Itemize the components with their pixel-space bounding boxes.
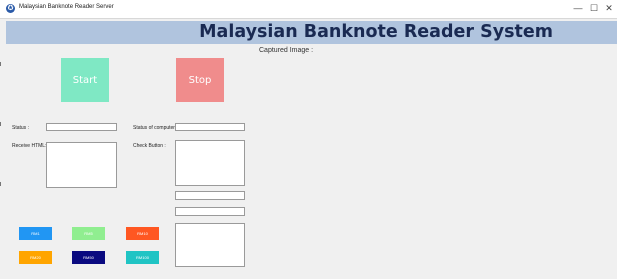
maximize-button[interactable]: ☐ — [586, 2, 602, 15]
rm10-button[interactable]: RM10 — [126, 227, 159, 240]
extra-field-2[interactable] — [175, 207, 245, 216]
status-of-computer-field[interactable] — [175, 123, 245, 131]
status-label: Status : — [12, 125, 29, 131]
minimize-button[interactable]: — — [570, 2, 586, 15]
rm20-button[interactable]: RM20 — [19, 251, 52, 264]
close-button[interactable]: ✕ — [601, 2, 617, 15]
rm1-button[interactable]: RM1 — [19, 227, 52, 240]
header-band: Malaysian Banknote Reader System — [6, 21, 617, 44]
rm100-button[interactable]: RM100 — [126, 251, 159, 264]
check-button-textarea[interactable] — [175, 140, 245, 186]
rm50-button[interactable]: RM50 — [72, 251, 105, 264]
start-button[interactable]: Start — [61, 58, 109, 102]
check-button-label: Check Button : — [133, 143, 166, 149]
window-title: Malaysian Banknote Reader Server — [19, 4, 114, 10]
window-edge-mark — [0, 182, 1, 186]
window-edge-mark — [0, 122, 1, 126]
status-field[interactable] — [46, 123, 117, 131]
receive-html-label: Receive HTML: — [12, 143, 47, 149]
title-bar: ✪ Malaysian Banknote Reader Server — ☐ ✕ — [0, 0, 617, 19]
rm5-button[interactable]: RM5 — [72, 227, 105, 240]
receive-html-textarea[interactable] — [46, 142, 117, 188]
output-textarea[interactable] — [175, 223, 245, 267]
stop-button[interactable]: Stop — [176, 58, 224, 102]
app-title: Malaysian Banknote Reader System — [199, 22, 553, 42]
window-edge-mark — [0, 62, 1, 66]
extra-field-1[interactable] — [175, 191, 245, 200]
status-of-computer-label: Status of computer : — [133, 125, 178, 131]
captured-image-label: Captured Image : — [259, 47, 314, 54]
app-icon: ✪ — [6, 4, 15, 13]
